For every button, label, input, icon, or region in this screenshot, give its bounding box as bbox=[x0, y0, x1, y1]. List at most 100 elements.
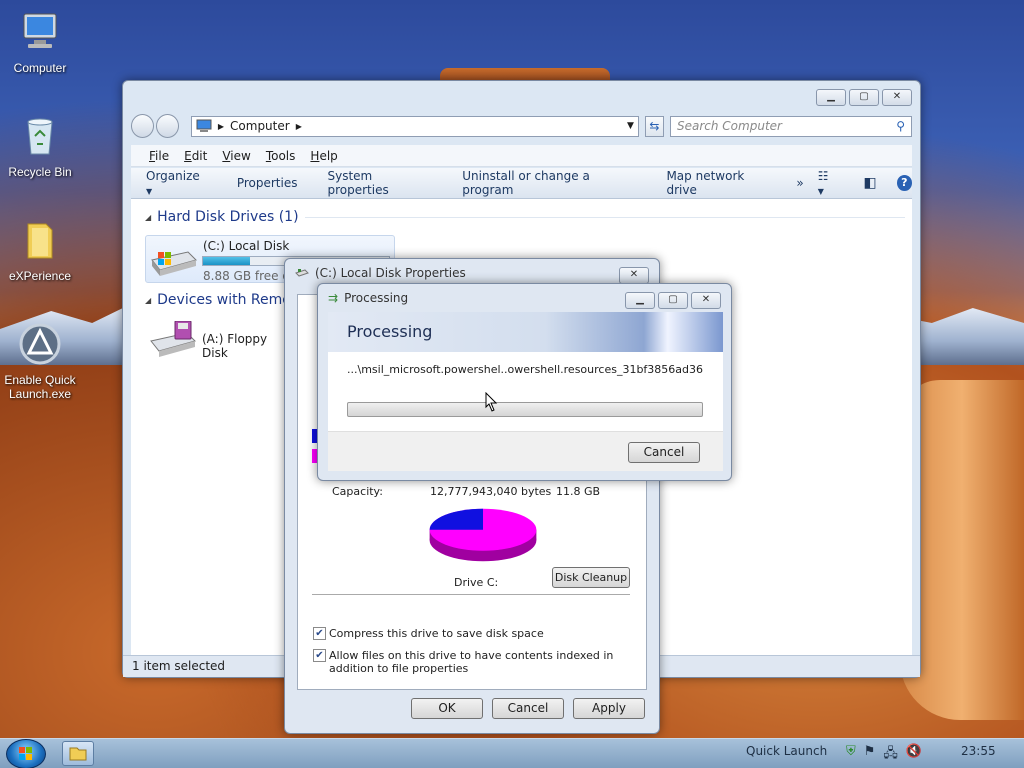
chevron-down-icon: ▼ bbox=[146, 187, 153, 196]
help-icon[interactable]: ? bbox=[896, 175, 912, 191]
cancel-button[interactable]: Cancel bbox=[628, 442, 700, 463]
desktop-icon-label: Enable Quick Launch.exe bbox=[4, 373, 76, 401]
command-bar: Organize ▼ Properties System properties … bbox=[131, 168, 912, 199]
folder-icon bbox=[69, 747, 87, 761]
properties-title-text: (C:) Local Disk Properties bbox=[315, 266, 466, 280]
menu-view[interactable]: View bbox=[222, 149, 250, 163]
group-header-hard-disks[interactable]: ◢ Hard Disk Drives (1) bbox=[145, 209, 905, 225]
processing-title: ⇉ Processing bbox=[328, 291, 408, 305]
drive-a-tile[interactable]: (A:) Floppy Disk bbox=[145, 317, 285, 361]
window-controls: ▁ ▢ ✕ bbox=[625, 292, 721, 309]
taskbar-explorer-button[interactable] bbox=[62, 741, 94, 766]
group-divider bbox=[304, 216, 905, 218]
address-bar[interactable]: ▶ Computer ▶ ▼ bbox=[190, 115, 639, 137]
apply-button[interactable]: Apply bbox=[573, 698, 645, 719]
processing-title-text: Processing bbox=[344, 291, 409, 305]
pie-used-slice bbox=[429, 508, 483, 530]
capacity-label: Capacity: bbox=[332, 485, 383, 498]
start-button[interactable] bbox=[6, 739, 46, 768]
close-button[interactable]: ✕ bbox=[691, 292, 721, 309]
refresh-button[interactable]: ⇆ bbox=[644, 115, 664, 137]
index-checkbox[interactable]: ✔ bbox=[313, 649, 326, 662]
navigation-row: ▶ Computer ▶ ▼ ⇆ Search Computer ⚲ bbox=[131, 114, 912, 138]
divider bbox=[312, 594, 630, 595]
back-button[interactable] bbox=[131, 114, 154, 138]
system-tray: ⛨ ⚑ 🖧 🔇 bbox=[846, 744, 922, 766]
more-commands-button[interactable]: » bbox=[788, 176, 811, 190]
hard-drive-icon bbox=[151, 251, 197, 276]
organize-button[interactable]: Organize ▼ bbox=[131, 169, 222, 197]
action-center-flag-icon[interactable]: ⚑ bbox=[864, 744, 876, 766]
properties-title: (C:) Local Disk Properties bbox=[295, 266, 466, 280]
processing-icon: ⇉ bbox=[328, 291, 339, 305]
arrow-logo-icon bbox=[19, 323, 61, 365]
capacity-gb: 11.8 GB bbox=[556, 485, 601, 498]
system-properties-button[interactable]: System properties bbox=[312, 169, 447, 197]
address-dropdown-icon[interactable]: ▼ bbox=[627, 121, 634, 131]
capacity-bytes: 12,777,943,040 bytes bbox=[430, 485, 552, 498]
view-options-icon[interactable]: ☷ ▼ bbox=[818, 169, 838, 197]
recycle-bin-icon bbox=[27, 118, 53, 155]
processing-footer: Cancel bbox=[328, 431, 723, 471]
drive-icon bbox=[295, 269, 309, 277]
security-shield-icon[interactable]: ⛨ bbox=[846, 744, 856, 766]
menu-file[interactable]: File bbox=[149, 149, 169, 163]
breadcrumb-arrow-icon: ▶ bbox=[217, 121, 225, 131]
floppy-drive-icon bbox=[150, 321, 196, 357]
maximize-button[interactable]: ▢ bbox=[658, 292, 688, 309]
quick-launch-label[interactable]: Quick Launch bbox=[746, 744, 827, 758]
collapse-arrow-icon: ◢ bbox=[145, 295, 152, 305]
minimize-button[interactable]: ▁ bbox=[816, 89, 846, 106]
menu-bar: File Edit View Tools Help bbox=[131, 145, 912, 167]
cancel-button[interactable]: Cancel bbox=[492, 698, 564, 719]
processing-dialog: ⇉ Processing ▁ ▢ ✕ Processing ...\msil_m… bbox=[317, 283, 732, 481]
search-icon[interactable]: ⚲ bbox=[896, 119, 905, 133]
preview-pane-icon[interactable]: ◧ bbox=[864, 175, 877, 191]
clock[interactable]: 23:55 bbox=[961, 744, 996, 758]
computer-icon bbox=[196, 119, 212, 132]
drive-c-name: (C:) Local Disk bbox=[203, 239, 290, 253]
close-button[interactable]: ✕ bbox=[882, 89, 912, 106]
processing-progress-bar bbox=[347, 402, 703, 417]
disk-usage-pie bbox=[429, 508, 537, 562]
disk-cleanup-button[interactable]: Disk Cleanup bbox=[552, 567, 630, 588]
minimize-button[interactable]: ▁ bbox=[625, 292, 655, 309]
group-title: Hard Disk Drives (1) bbox=[157, 209, 299, 225]
search-input[interactable]: Search Computer ⚲ bbox=[670, 115, 912, 137]
breadcrumb-arrow-icon: ▶ bbox=[295, 121, 302, 131]
drive-label: Drive C: bbox=[454, 576, 499, 589]
network-icon[interactable]: 🖧 bbox=[883, 744, 898, 766]
search-placeholder: Search Computer bbox=[677, 119, 782, 133]
group-header-removable[interactable]: ◢ Devices with Remov bbox=[145, 292, 299, 308]
status-text: 1 item selected bbox=[132, 659, 226, 673]
desktop-icon-label: eXPerience bbox=[8, 269, 72, 283]
forward-button[interactable] bbox=[155, 114, 179, 138]
properties-button[interactable]: Properties bbox=[222, 176, 313, 190]
menu-tools[interactable]: Tools bbox=[266, 149, 296, 163]
drive-c-usage-fill bbox=[203, 257, 250, 265]
folder-icon bbox=[27, 223, 53, 259]
window-controls: ▁ ▢ ✕ bbox=[816, 89, 912, 106]
maximize-button[interactable]: ▢ bbox=[849, 89, 879, 106]
compress-checkbox[interactable]: ✔ bbox=[313, 627, 326, 640]
close-button[interactable]: ✕ bbox=[619, 267, 649, 284]
desktop-icon-quick-launch[interactable]: Enable Quick Launch.exe bbox=[0, 322, 80, 401]
uninstall-program-button[interactable]: Uninstall or change a program bbox=[447, 169, 651, 197]
processing-body: ...\msil_microsoft.powershel..owershell.… bbox=[328, 352, 723, 431]
menu-help[interactable]: Help bbox=[310, 149, 337, 163]
desktop-icon-computer[interactable]: Computer bbox=[0, 10, 80, 75]
breadcrumb-computer[interactable]: Computer bbox=[230, 119, 290, 133]
compress-label: Compress this drive to save disk space bbox=[329, 627, 544, 640]
drive-a-name: (A:) Floppy Disk bbox=[202, 332, 268, 360]
map-network-drive-button[interactable]: Map network drive bbox=[651, 169, 788, 197]
desktop-icon-label: Recycle Bin bbox=[8, 165, 72, 179]
volume-muted-icon[interactable]: 🔇 bbox=[906, 744, 922, 766]
group-title: Devices with Remov bbox=[157, 292, 300, 308]
processing-heading: Processing bbox=[347, 322, 433, 341]
organize-label: Organize bbox=[146, 169, 200, 183]
menu-edit[interactable]: Edit bbox=[184, 149, 207, 163]
desktop-icon-recycle-bin[interactable]: Recycle Bin bbox=[0, 114, 80, 179]
desktop-icon-experience[interactable]: eXPerience bbox=[0, 218, 80, 283]
ok-button[interactable]: OK bbox=[411, 698, 483, 719]
collapse-arrow-icon: ◢ bbox=[145, 212, 152, 222]
